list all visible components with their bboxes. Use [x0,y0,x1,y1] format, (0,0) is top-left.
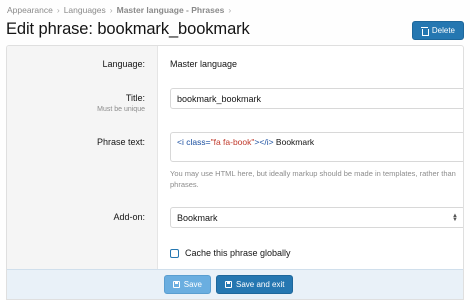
title-input[interactable]: bookmark_bookmark [170,88,463,109]
language-value: Master language [170,59,238,69]
submit-bar: Save Save and exit [7,269,463,299]
delete-button-label: Delete [431,26,455,35]
phrase-text-label: Phrase text: [96,137,145,147]
addon-select[interactable]: Bookmark ▲ ▼ [170,207,463,228]
phrase-edit-form: Language: Master language Title: Must be… [6,45,464,300]
breadcrumb-separator-icon: › [56,5,60,15]
phrase-text-textarea[interactable]: <i class="fa fa-book"></i> Bookmark [170,132,463,162]
breadcrumb-item-languages[interactable]: Languages [64,5,106,15]
code-attr: class= [186,137,211,147]
breadcrumb-separator-icon: › [109,5,113,15]
save-button[interactable]: Save [164,275,211,294]
addon-label: Add-on: [113,212,145,222]
title-input-value: bookmark_bookmark [177,93,262,104]
save-and-exit-label: Save and exit [236,280,285,289]
breadcrumb-item-phrases[interactable]: Master language - Phrases [117,5,225,15]
label-column [7,46,158,299]
save-icon [173,281,180,288]
cache-checkbox-label: Cache this phrase globally [185,248,291,258]
cache-checkbox[interactable] [170,248,179,258]
breadcrumb: Appearance › Languages › Master language… [7,5,235,15]
code-close-tag: ></i> [254,137,274,147]
save-button-label: Save [183,280,202,289]
trash-icon [420,26,429,36]
save-icon [225,281,232,288]
code-open-tag: <i [177,137,187,147]
breadcrumb-item-appearance[interactable]: Appearance [7,5,53,15]
save-and-exit-button[interactable]: Save and exit [216,275,294,294]
code-text: Bookmark [273,137,315,147]
select-arrows-icon: ▲ ▼ [452,212,458,223]
phrase-text-explain: You may use HTML here, but ideally marku… [170,169,456,189]
title-label: Title: [125,93,145,103]
addon-selected-value: Bookmark [177,212,218,223]
page-title: Edit phrase: bookmark_bookmark [6,20,250,38]
title-hint: Must be unique [97,106,145,113]
code-string: "fa fa-book" [210,137,255,147]
breadcrumb-separator-icon: › [228,5,232,15]
cache-checkbox-row[interactable]: Cache this phrase globally [170,248,291,258]
delete-button[interactable]: Delete [411,21,464,40]
language-label: Language: [102,59,145,69]
